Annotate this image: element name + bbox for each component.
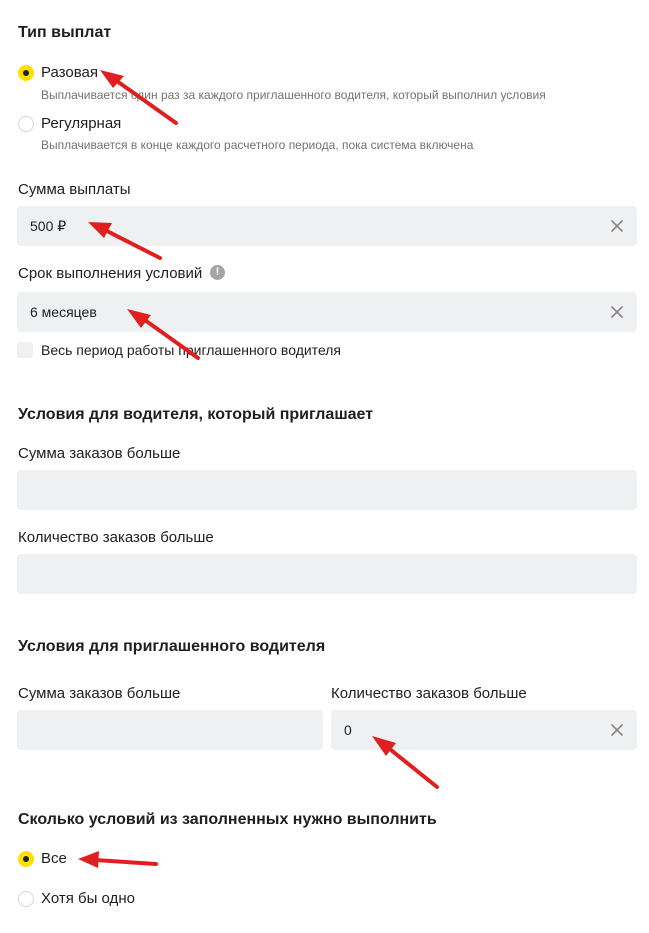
- invitee-conditions-title: Условия для приглашенного водителя: [18, 638, 326, 655]
- info-icon[interactable]: !: [210, 265, 225, 280]
- radio-one-time-label[interactable]: Разовая: [41, 64, 98, 81]
- inviter-conditions-title: Условия для водителя, который приглашает: [18, 406, 374, 423]
- inviter-orders-count-label: Количество заказов больше: [18, 529, 214, 546]
- radio-all-label[interactable]: Все: [41, 850, 67, 867]
- inviter-orders-sum-label: Сумма заказов больше: [18, 445, 181, 462]
- radio-at-least-one-label[interactable]: Хотя бы одно: [41, 890, 135, 907]
- term-value: 6 месяцев: [30, 304, 97, 320]
- inviter-orders-sum-input[interactable]: [17, 470, 637, 510]
- payout-amount-label: Сумма выплаты: [18, 181, 131, 198]
- radio-regular-label[interactable]: Регулярная: [41, 115, 121, 132]
- annotation-arrow-icon: [78, 851, 158, 868]
- clear-icon[interactable]: [611, 220, 623, 232]
- payout-type-title: Тип выплат: [18, 24, 112, 41]
- conditions-required-title: Сколько условий из заполненных нужно вып…: [18, 811, 437, 828]
- radio-regular[interactable]: [18, 116, 34, 132]
- invitee-orders-sum-input[interactable]: [17, 710, 323, 750]
- payout-amount-input[interactable]: 500 ₽: [17, 206, 637, 246]
- radio-one-time[interactable]: [18, 65, 34, 81]
- inviter-orders-count-input[interactable]: [17, 554, 637, 594]
- radio-one-time-hint: Выплачивается один раз за каждого пригла…: [41, 88, 546, 102]
- invitee-orders-sum-label: Сумма заказов больше: [18, 685, 181, 702]
- whole-period-label[interactable]: Весь период работы приглашенного водител…: [41, 342, 341, 358]
- radio-regular-hint: Выплачивается в конце каждого расчетного…: [41, 138, 474, 152]
- invitee-orders-count-label: Количество заказов больше: [331, 685, 527, 702]
- invitee-orders-count-value: 0: [344, 722, 352, 738]
- term-label: Срок выполнения условий: [18, 265, 203, 282]
- invitee-orders-count-input[interactable]: 0: [331, 710, 637, 750]
- term-input[interactable]: 6 месяцев: [17, 292, 637, 332]
- clear-icon[interactable]: [611, 306, 623, 318]
- radio-at-least-one[interactable]: [18, 891, 34, 907]
- radio-all[interactable]: [18, 851, 34, 867]
- payout-amount-value: 500 ₽: [30, 217, 67, 234]
- whole-period-checkbox[interactable]: [17, 342, 33, 358]
- clear-icon[interactable]: [611, 724, 623, 736]
